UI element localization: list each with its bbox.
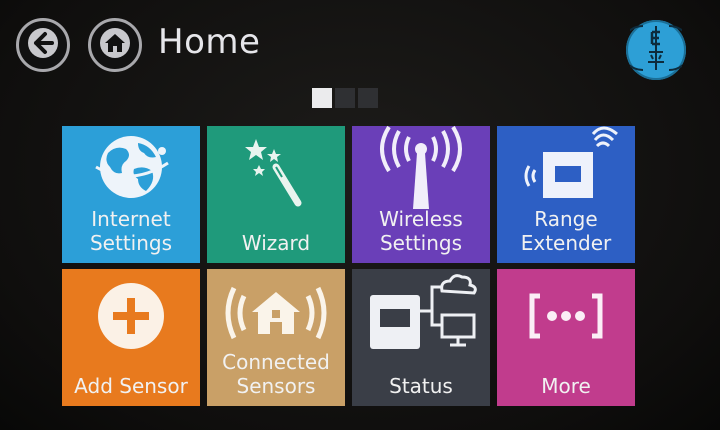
tile-label-line2: Settings — [89, 231, 173, 255]
tile-status[interactable]: Status — [352, 269, 490, 406]
tile-internet-settings[interactable]: Internet Settings — [62, 126, 200, 263]
page-dot-1[interactable] — [312, 88, 332, 108]
touch-screen: Home Internet Settings Wizard Wireless S… — [0, 0, 720, 430]
tile-connected-sensors[interactable]: Connected Sensors — [207, 269, 345, 406]
language-icon — [620, 22, 692, 78]
antenna-icon — [371, 125, 471, 218]
tile-label-line2: Extender — [520, 231, 612, 255]
tile-range-extender[interactable]: Range Extender — [497, 126, 635, 263]
arrow-left-icon — [26, 26, 60, 64]
more-dots-icon — [520, 272, 612, 357]
tile-wizard[interactable]: Wizard — [207, 126, 345, 263]
house-icon — [98, 26, 132, 64]
page-title: Home — [158, 22, 261, 62]
tile-label-line2: Settings — [379, 231, 463, 255]
tile-label-line1: Wireless — [379, 207, 463, 231]
tile-label-line1: Internet — [91, 207, 171, 231]
plus-circle-icon — [91, 272, 171, 357]
tile-add-sensor[interactable]: Add Sensor — [62, 269, 200, 406]
language-button[interactable] — [620, 20, 692, 80]
tile-label-line2: Sensors — [236, 374, 316, 398]
home-signal-icon — [216, 272, 336, 357]
globe-icon — [86, 129, 176, 214]
magic-wand-icon — [236, 129, 316, 214]
range-extender-icon — [511, 126, 621, 217]
tile-label-line2: Wizard — [241, 231, 311, 255]
page-dot-2[interactable] — [335, 88, 355, 108]
tile-label-line2: Add Sensor — [74, 374, 188, 398]
page-dot-3[interactable] — [358, 88, 378, 108]
home-button[interactable] — [88, 18, 142, 72]
tile-more[interactable]: More — [497, 269, 635, 406]
page-indicator — [312, 88, 378, 108]
tile-label-line1: Range — [534, 207, 598, 231]
tile-label-line1: Connected — [222, 350, 330, 374]
tile-label-line2: Status — [389, 374, 453, 398]
back-button[interactable] — [16, 18, 70, 72]
tile-wireless-settings[interactable]: Wireless Settings — [352, 125, 490, 263]
tile-label-line2: More — [541, 374, 591, 398]
network-status-icon — [362, 271, 480, 358]
